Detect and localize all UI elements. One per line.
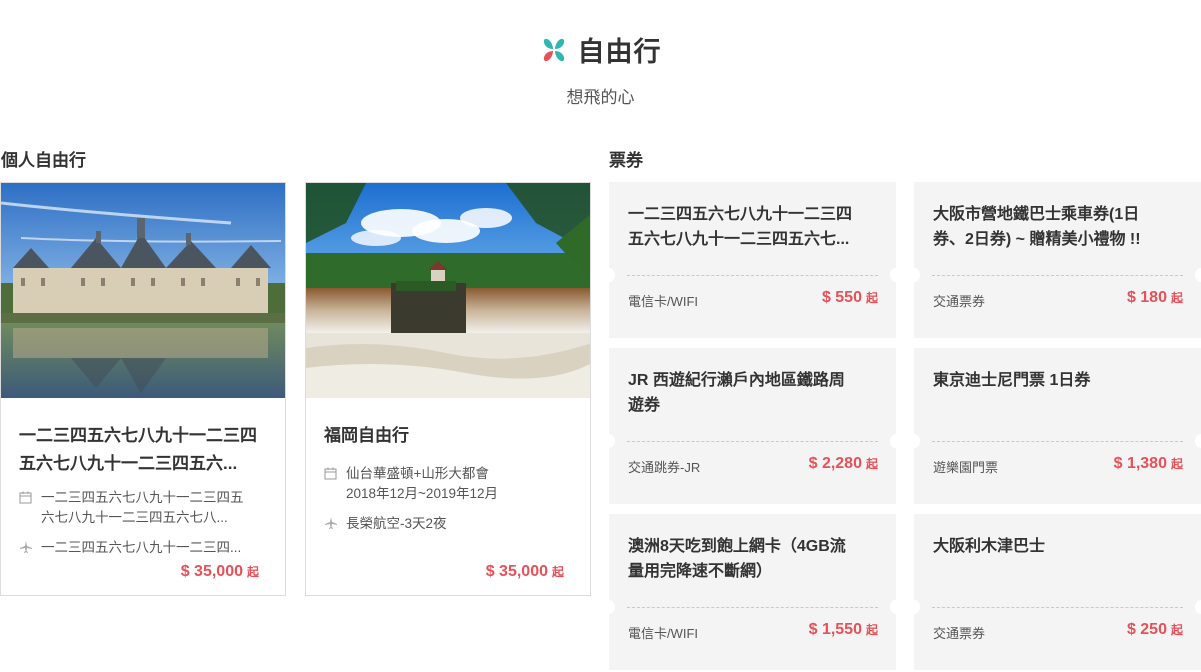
ticket-price: $ 2,280 起 bbox=[808, 455, 878, 472]
waterfall-photo[interactable] bbox=[306, 183, 590, 398]
ticket-notch bbox=[890, 600, 902, 614]
ticket-price: $ 1,550 起 bbox=[808, 621, 878, 638]
ticket-notch bbox=[908, 600, 920, 614]
ticket-category: 交通跳券-JR bbox=[628, 460, 701, 475]
airplane-icon bbox=[324, 514, 340, 536]
ticket-notch bbox=[890, 268, 902, 282]
ticket-notch bbox=[890, 434, 902, 448]
ticket-notch bbox=[1195, 268, 1201, 282]
ticket-notch bbox=[1195, 600, 1201, 614]
ticket-name[interactable]: 大阪市營地鐵巴士乘車券(1日 券、2日券) ~ 贈精美小禮物 !! bbox=[933, 202, 1179, 252]
schedule-line: 一二三四五六七八九十一二三四五 bbox=[41, 490, 244, 505]
title-row: 自由行 bbox=[0, 30, 1201, 69]
page-header: 自由行 想飛的心 bbox=[0, 30, 1201, 108]
ticket-card[interactable]: 大阪利木津巴士 交通票券 $ 250 起 bbox=[908, 514, 1201, 670]
ticket-notch bbox=[1195, 434, 1201, 448]
airplane-icon bbox=[19, 538, 35, 560]
ticket-category: 電信卡/WIFI bbox=[628, 626, 699, 641]
tour-price: $ 35,000 起 bbox=[180, 563, 259, 580]
ticket-category: 遊樂園門票 bbox=[933, 460, 999, 475]
ticket-notch bbox=[908, 434, 920, 448]
tour-card[interactable]: 一二三四五六七八九十一二三四 五六七八九十一二三四五六... 一二三四五六七八九… bbox=[0, 182, 286, 596]
ticket-divider bbox=[932, 441, 1183, 442]
ticket-divider bbox=[627, 275, 878, 276]
tour-card[interactable]: 福岡自由行 仙台華盛頓+山形大都會 2018年12月~2019年12月 長榮航空… bbox=[305, 182, 591, 596]
flower-logo-icon bbox=[540, 36, 568, 64]
ticket-card[interactable]: 一二三四五六七八九十一二三四 五六七八九十一二三四五六七... 電信卡/WIFI … bbox=[603, 182, 902, 338]
ticket-notch bbox=[603, 268, 615, 282]
ticket-card[interactable]: 東京迪士尼門票 1日券 遊樂園門票 $ 1,380 起 bbox=[908, 348, 1201, 504]
ticket-divider bbox=[932, 607, 1183, 608]
page-title: 自由行 bbox=[577, 37, 662, 67]
calendar-icon bbox=[19, 488, 35, 528]
ticket-category: 電信卡/WIFI bbox=[628, 294, 699, 309]
ticket-name[interactable]: 大阪利木津巴士 bbox=[933, 534, 1179, 559]
tour-name[interactable]: 福岡自由行 bbox=[324, 422, 572, 450]
schedule-line: 仙台華盛頓+山形大都會 bbox=[346, 466, 489, 481]
ticket-name[interactable]: 一二三四五六七八九十一二三四 五六七八九十一二三四五六七... bbox=[628, 202, 874, 252]
ticket-price: $ 180 起 bbox=[1126, 289, 1183, 306]
chateau-photo[interactable] bbox=[1, 183, 285, 398]
tour-price: $ 35,000 起 bbox=[485, 563, 564, 580]
ticket-card[interactable]: 澳洲8天吃到飽上網卡（4GB流 量用完降速不斷網） 電信卡/WIFI $ 1,55… bbox=[603, 514, 902, 670]
calendar-icon bbox=[324, 464, 340, 504]
ticket-price: $ 550 起 bbox=[821, 289, 878, 306]
tour-name[interactable]: 一二三四五六七八九十一二三四 五六七八九十一二三四五六... bbox=[19, 422, 267, 478]
ticket-price: $ 250 起 bbox=[1126, 621, 1183, 638]
page-subtitle: 想飛的心 bbox=[566, 88, 635, 107]
tickets-section-title: 票券 bbox=[609, 151, 643, 170]
ticket-divider bbox=[932, 275, 1183, 276]
ticket-notch bbox=[603, 434, 615, 448]
ticket-notch bbox=[908, 268, 920, 282]
schedule-line: 2018年12月~2019年12月 bbox=[346, 486, 498, 501]
ticket-category: 交通票券 bbox=[933, 294, 986, 309]
ticket-name[interactable]: 澳洲8天吃到飽上網卡（4GB流 量用完降速不斷網） bbox=[628, 534, 874, 584]
schedule-line: 六七八九十一二三四五六七八... bbox=[41, 510, 228, 525]
tours-section-title: 個人自由行 bbox=[1, 151, 86, 170]
ticket-card[interactable]: JR 西遊紀行瀨戶內地區鐵路周 遊券 交通跳券-JR $ 2,280 起 bbox=[603, 348, 902, 504]
ticket-notch bbox=[603, 600, 615, 614]
ticket-divider bbox=[627, 607, 878, 608]
ticket-name[interactable]: JR 西遊紀行瀨戶內地區鐵路周 遊券 bbox=[628, 368, 874, 418]
tour-airline: 長榮航空-3天2夜 bbox=[324, 514, 572, 536]
tour-airline: 一二三四五六七八九十一二三四... bbox=[19, 538, 267, 560]
ticket-divider bbox=[627, 441, 878, 442]
ticket-card[interactable]: 大阪市營地鐵巴士乘車券(1日 券、2日券) ~ 贈精美小禮物 !! 交通票券 $ … bbox=[908, 182, 1201, 338]
tour-schedule: 一二三四五六七八九十一二三四五 六七八九十一二三四五六七八... bbox=[19, 488, 267, 528]
ticket-price: $ 1,380 起 bbox=[1113, 455, 1183, 472]
tour-schedule: 仙台華盛頓+山形大都會 2018年12月~2019年12月 bbox=[324, 464, 572, 504]
ticket-category: 交通票券 bbox=[933, 626, 986, 641]
ticket-name[interactable]: 東京迪士尼門票 1日券 bbox=[933, 368, 1179, 393]
